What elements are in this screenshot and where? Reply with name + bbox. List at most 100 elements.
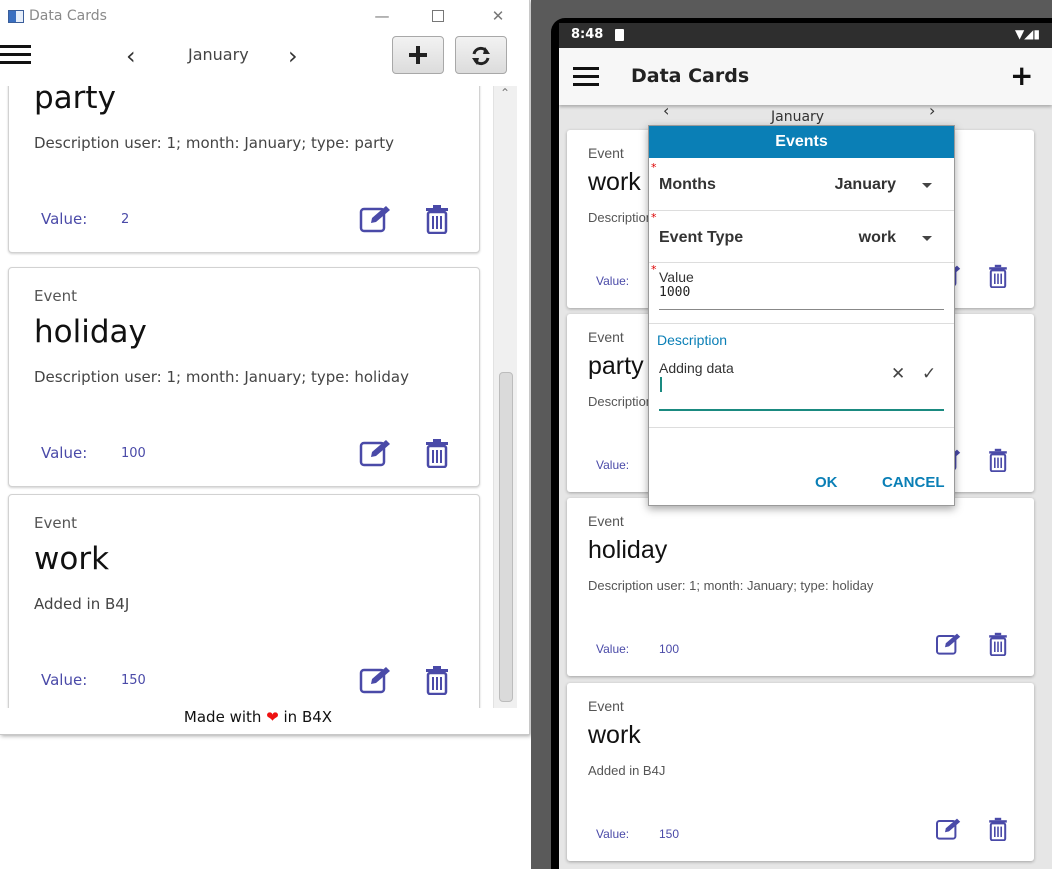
app-title: Data Cards (631, 65, 750, 87)
window-titlebar: Data Cards — ✕ (0, 0, 529, 34)
edit-icon[interactable] (359, 665, 393, 695)
hamburger-menu-icon[interactable] (573, 67, 599, 91)
maximize-button[interactable] (415, 4, 461, 30)
add-icon[interactable]: + (1010, 59, 1033, 92)
card-value-label: Value: (41, 444, 88, 462)
value-field[interactable]: * Value 1000 (649, 263, 954, 324)
card-title: work (34, 541, 110, 577)
footer-text-end: in B4X (278, 708, 333, 726)
made-with-footer: Made with ❤ in B4X (0, 708, 516, 734)
status-time: 8:48 (571, 27, 604, 42)
card-description: Description (588, 394, 654, 409)
add-button[interactable] (392, 36, 444, 74)
cards-list[interactable]: party Description user: 1; month: Januar… (0, 86, 516, 708)
edit-icon[interactable] (359, 438, 393, 468)
card-description: Description user: 1; month: January; typ… (34, 368, 409, 386)
card-event-label: Event (588, 329, 624, 345)
card-value: 150 (121, 673, 146, 688)
months-dropdown-icon[interactable] (922, 183, 932, 188)
value-underline (659, 309, 944, 310)
description-input[interactable]: Adding data (659, 360, 734, 376)
month-navigation: ‹ January › (559, 101, 1052, 125)
delete-icon[interactable] (988, 264, 1008, 288)
next-month-button[interactable]: › (929, 101, 935, 120)
months-field[interactable]: * Months January (649, 158, 954, 211)
vertical-scrollbar[interactable]: ⌃ (493, 86, 517, 708)
card-value-label: Value: (41, 210, 88, 228)
check-icon[interactable]: ✓ (922, 364, 936, 384)
event-card: Event holiday Description user: 1; month… (8, 267, 480, 487)
month-label: January (771, 109, 825, 125)
cancel-button[interactable]: CANCEL (882, 474, 945, 491)
card-event-label: Event (588, 513, 624, 529)
delete-icon[interactable] (425, 665, 449, 695)
card-value: 2 (121, 212, 130, 227)
plus-icon (409, 46, 427, 64)
card-description: Added in B4J (34, 595, 130, 613)
hamburger-menu-icon[interactable] (0, 45, 32, 67)
value-input[interactable]: 1000 (659, 285, 690, 300)
window-title: Data Cards (29, 8, 107, 24)
close-button[interactable]: ✕ (475, 4, 521, 30)
text-cursor (660, 377, 662, 392)
required-mark: * (651, 161, 657, 174)
card-title: work (588, 721, 641, 749)
event-type-field[interactable]: * Event Type work (649, 211, 954, 263)
card-value-label: Value: (596, 458, 630, 472)
prev-month-button[interactable]: ‹ (126, 42, 136, 70)
edit-icon[interactable] (935, 632, 963, 656)
refresh-icon (472, 46, 490, 66)
scrollbar-thumb[interactable] (499, 372, 513, 702)
card-title: holiday (34, 314, 147, 350)
months-value: January (834, 176, 896, 193)
edit-icon[interactable] (935, 817, 963, 841)
sd-card-icon (615, 29, 624, 41)
card-title: party (34, 86, 116, 116)
event-type-dropdown-icon[interactable] (922, 236, 932, 241)
edit-icon[interactable] (359, 204, 393, 234)
card-title: work (588, 168, 641, 196)
signal-battery-icon: ▼◢▮ (1014, 27, 1040, 41)
description-label: Description (657, 332, 728, 348)
card-value: 100 (121, 446, 146, 461)
clear-icon[interactable]: ✕ (891, 364, 905, 384)
delete-icon[interactable] (988, 632, 1008, 656)
value-label: Value (659, 269, 694, 285)
card-title: holiday (588, 536, 668, 564)
delete-icon[interactable] (988, 448, 1008, 472)
heart-icon: ❤ (266, 708, 279, 726)
app-icon (8, 10, 24, 23)
card-event-label: Event (588, 145, 624, 161)
ok-button[interactable]: OK (815, 474, 838, 491)
refresh-button[interactable] (455, 36, 507, 74)
event-card: party Description user: 1; month: Januar… (8, 86, 480, 253)
next-month-button[interactable]: › (288, 42, 298, 70)
scroll-up-icon[interactable]: ⌃ (500, 86, 510, 100)
card-value-label: Value: (596, 642, 630, 656)
delete-icon[interactable] (425, 204, 449, 234)
minimize-button[interactable]: — (359, 4, 405, 30)
card-title: party (588, 352, 644, 380)
event-card: Event work Added in B4J Value: 150 (8, 494, 480, 708)
status-bar: 8:48 ▼◢▮ (559, 23, 1052, 48)
maximize-icon (432, 10, 444, 22)
delete-icon[interactable] (425, 438, 449, 468)
card-value-label: Value: (41, 671, 88, 689)
required-mark: * (651, 263, 657, 276)
event-type-value: work (858, 229, 896, 246)
month-label: January (188, 45, 249, 64)
app-bar: Data Cards + (559, 48, 1052, 105)
required-mark: * (651, 211, 657, 224)
desktop-window: Data Cards — ✕ ‹ January › party Descrip… (0, 0, 530, 735)
prev-month-button[interactable]: ‹ (663, 101, 669, 120)
event-card: Event work Added in B4J Value: 150 (567, 683, 1034, 861)
footer-text-start: Made with (183, 708, 267, 726)
description-field[interactable]: Description Adding data ✕ ✓ (649, 324, 954, 428)
desktop-toolbar: ‹ January › (0, 34, 529, 78)
card-description: Description user: 1; month: January; typ… (34, 134, 394, 152)
event-card: Event holiday Description user: 1; month… (567, 498, 1034, 676)
dialog-title: Events (649, 126, 954, 158)
card-event-label: Event (34, 514, 77, 532)
delete-icon[interactable] (988, 817, 1008, 841)
card-value-label: Value: (596, 827, 630, 841)
